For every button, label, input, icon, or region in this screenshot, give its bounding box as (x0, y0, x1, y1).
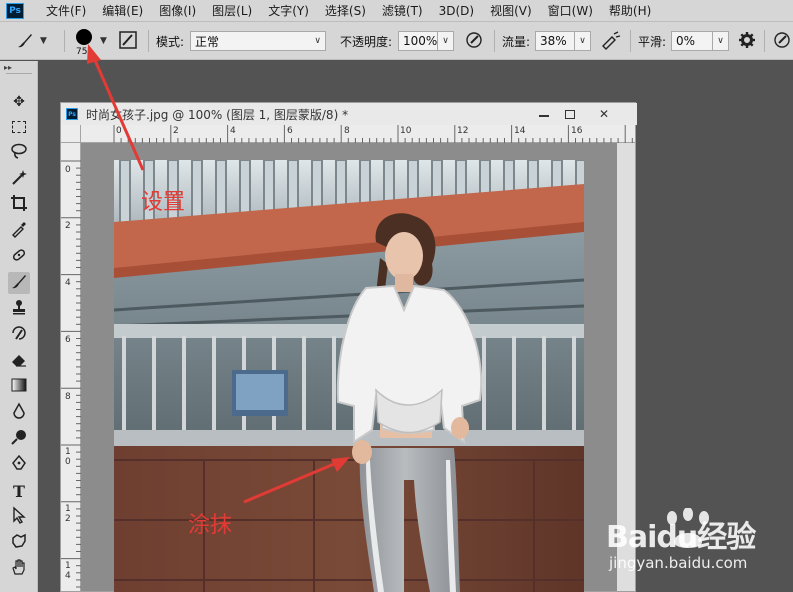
annotation-arrows (87, 44, 350, 504)
watermark-brand: Baidu经验 (606, 520, 756, 555)
arrow-up-icon (87, 44, 145, 171)
baidu-watermark: Baidu经验 jingyan.baidu.com (606, 508, 793, 592)
arrow-right-icon (243, 457, 350, 504)
watermark-site: jingyan.baidu.com (609, 554, 748, 572)
